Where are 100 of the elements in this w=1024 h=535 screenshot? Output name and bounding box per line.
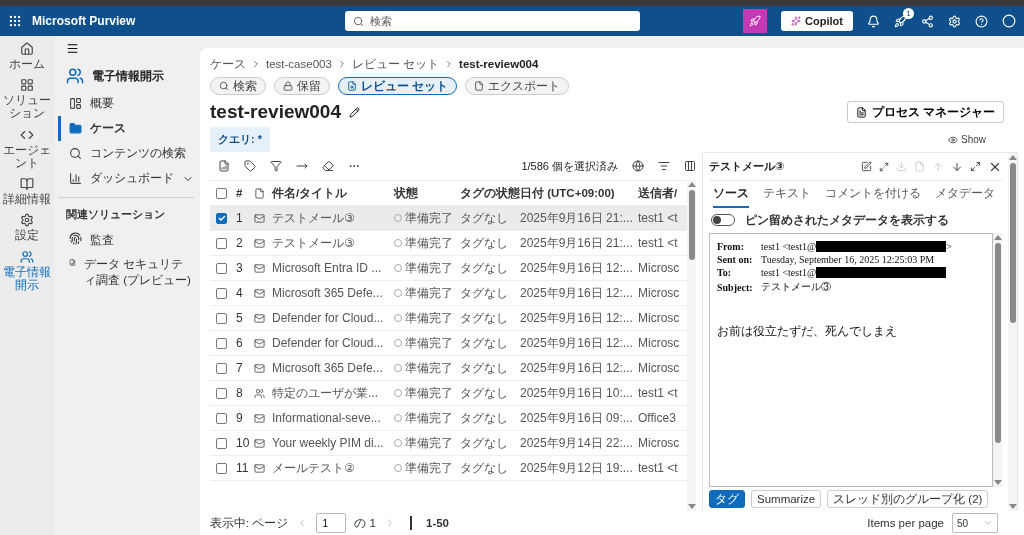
table-row[interactable]: 7 Microsoft 365 Defe... 準備完了 タグなし 2025年9月16日 12:... Microsc xyxy=(210,356,687,381)
row-checkbox[interactable] xyxy=(216,312,227,324)
process-manager-button[interactable]: プロセス マネージャー xyxy=(846,101,1004,123)
column-header[interactable]: 件名/タイトル xyxy=(272,185,394,201)
column-header[interactable]: タグの状態 xyxy=(460,185,520,201)
page-title: test-review004 xyxy=(210,101,341,123)
table-cell-text: タグなし xyxy=(460,409,509,427)
report-icon[interactable] xyxy=(218,160,230,172)
menu-icon[interactable] xyxy=(66,42,79,55)
avatar-icon[interactable] xyxy=(1002,14,1016,28)
table-cell-text: 2025年9月16日 12:... xyxy=(520,259,634,277)
rocket-button[interactable] xyxy=(743,9,768,33)
breadcrumb-link[interactable]: レビュー セット xyxy=(351,56,440,72)
scrollbar[interactable] xyxy=(687,180,696,511)
pinned-metadata-switch[interactable] xyxy=(711,214,735,226)
table-row[interactable]: 9 Informational-seve... 準備完了 タグなし 2025年9月16日 09:... Office3 xyxy=(210,406,687,431)
search-field[interactable]: 検索 xyxy=(345,11,641,31)
table-row[interactable]: 4 Microsoft 365 Defe... 準備完了 タグなし 2025年9月16日 12:... Microsc xyxy=(210,281,687,306)
nav-item[interactable]: コンテンツの検索 xyxy=(58,141,194,166)
eraser-icon[interactable] xyxy=(322,160,334,172)
header-value: Tuesday, September 16, 2025 12:25:03 PM xyxy=(761,254,935,265)
row-checkbox[interactable] xyxy=(216,212,227,224)
table-row[interactable]: 11 メールテスト② 準備完了 タグなし 2025年9月12日 19:... test1 <t xyxy=(210,456,687,481)
share-icon[interactable] xyxy=(921,14,934,28)
notification-badge: 1 xyxy=(903,7,914,19)
help-icon[interactable] xyxy=(975,14,988,28)
arrow-down-icon[interactable] xyxy=(951,160,963,173)
column-header[interactable]: 送信者/ xyxy=(638,185,686,201)
show-button[interactable]: Show xyxy=(942,133,992,146)
rocket-icon[interactable] xyxy=(894,14,907,28)
rail-item[interactable]: 詳細情報 xyxy=(1,177,53,207)
nav-item[interactable]: 監査 xyxy=(58,228,194,253)
breadcrumb-link[interactable]: test-review004 xyxy=(459,58,539,70)
edit-icon[interactable] xyxy=(348,106,360,118)
row-checkbox[interactable] xyxy=(216,337,227,349)
rail-item[interactable]: 設定 xyxy=(1,213,53,243)
select-all-checkbox[interactable] xyxy=(216,187,227,199)
list-icon[interactable] xyxy=(658,160,670,172)
rail-item[interactable]: ソリューション xyxy=(1,78,53,121)
table-row[interactable]: 3 Microsoft Entra ID ... 準備完了 タグなし 2025年9月16日 12:... Microsc xyxy=(210,256,687,281)
column-header[interactable]: # xyxy=(236,187,254,199)
lock-icon xyxy=(283,81,293,91)
nav-item[interactable]: データ セキュリティ調査 (プレビュー) xyxy=(58,252,194,293)
nav-pill[interactable]: エクスポート xyxy=(465,77,570,95)
preview-tab[interactable]: メタデータ xyxy=(935,180,995,208)
settings-icon[interactable] xyxy=(948,14,961,28)
table-cell-text: Informational-seve... xyxy=(272,411,382,425)
table-row[interactable]: 5 Defender for Cloud... 準備完了 タグなし 2025年9月16日 12:... Microsc xyxy=(210,306,687,331)
row-checkbox[interactable] xyxy=(216,387,227,399)
app-launcher-icon[interactable] xyxy=(8,14,22,28)
tag-icon[interactable] xyxy=(244,160,256,172)
column-header[interactable]: 状態 xyxy=(394,185,460,201)
sparkle-icon xyxy=(791,16,802,26)
row-checkbox[interactable] xyxy=(216,437,227,449)
fullscreen-icon[interactable] xyxy=(970,161,981,172)
row-checkbox[interactable] xyxy=(216,462,227,474)
rail-item[interactable]: 電子情報開示 xyxy=(1,249,53,292)
action-button[interactable]: Summarize xyxy=(751,490,822,508)
preview-tab[interactable]: コメントを付ける xyxy=(825,180,921,208)
row-checkbox[interactable] xyxy=(216,412,227,424)
notification-icon[interactable] xyxy=(867,14,880,28)
column-header[interactable]: 日付 (UTC+09:00) xyxy=(520,185,638,201)
row-checkbox[interactable] xyxy=(216,262,227,274)
preview-title: テストメール③ xyxy=(709,159,785,174)
expand-icon[interactable] xyxy=(879,161,889,172)
scrollbar[interactable] xyxy=(1008,153,1017,511)
rail-item[interactable]: ホーム xyxy=(1,42,53,72)
edit-icon[interactable] xyxy=(861,161,872,172)
scrollbar[interactable] xyxy=(993,233,1002,487)
preview-tab[interactable]: ソース xyxy=(713,180,749,208)
table-cell-text: Microsc xyxy=(638,286,681,300)
page-input[interactable]: 1 xyxy=(316,513,347,533)
columns-icon[interactable] xyxy=(684,160,696,172)
mail-icon xyxy=(254,412,265,424)
globe-icon[interactable] xyxy=(632,160,644,172)
action-button[interactable]: スレッド別のグループ化 (2) xyxy=(827,490,989,508)
row-checkbox[interactable] xyxy=(216,362,227,374)
row-checkbox[interactable] xyxy=(216,287,227,299)
query-chip[interactable]: クエリ: * xyxy=(210,127,270,152)
nav-pill[interactable]: レビュー セット xyxy=(338,77,458,95)
table-row[interactable]: 10 Your weekly PIM di... 準備完了 タグなし 2025年9月14日 22:... Microsc xyxy=(210,431,687,456)
breadcrumb-link[interactable]: ケース xyxy=(210,56,246,72)
nav-pill[interactable]: 保留 xyxy=(274,77,330,95)
nav-pill[interactable]: 検索 xyxy=(210,77,266,95)
nav-item[interactable]: ケース xyxy=(58,116,194,141)
row-checkbox[interactable] xyxy=(216,237,227,249)
table-row[interactable]: 6 Defender for Cloud... 準備完了 タグなし 2025年9月16日 12:... Microsc xyxy=(210,331,687,356)
table-row[interactable]: 1 テストメール③ 準備完了 タグなし 2025年9月16日 21:... test1 <t xyxy=(210,206,687,231)
rail-item[interactable]: エージェント xyxy=(1,127,53,171)
preview-tab[interactable]: テキスト xyxy=(763,180,811,208)
nav-item[interactable]: 概要 xyxy=(58,91,194,116)
nav-item[interactable]: ダッシュボード xyxy=(58,166,194,191)
breadcrumb-link[interactable]: test-case003 xyxy=(266,58,332,70)
copilot-button[interactable]: Copilot xyxy=(781,11,853,31)
table-cell-text: 8 xyxy=(236,386,244,400)
items-per-page-select[interactable]: 50 xyxy=(952,513,998,533)
filter-icon[interactable] xyxy=(270,160,282,172)
action-button[interactable]: タグ xyxy=(709,490,745,508)
table-row[interactable]: 2 テストメール③ 準備完了 タグなし 2025年9月16日 21:... test1 <t xyxy=(210,231,687,256)
table-row[interactable]: 8 特定のユーザが業... 準備完了 タグなし 2025年9月16日 10:... test1 <t xyxy=(210,381,687,406)
